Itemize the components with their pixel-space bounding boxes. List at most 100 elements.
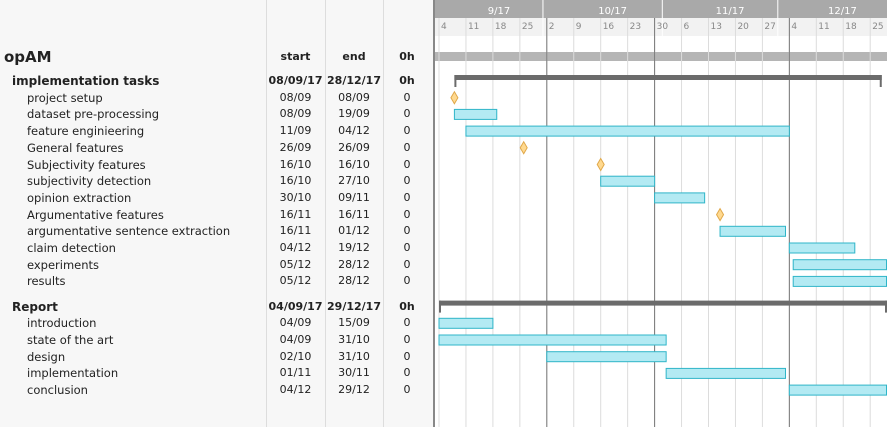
task-start: 04/09 [279,316,312,330]
task-hours: 0 [403,90,411,104]
milestone-diamond [596,157,605,172]
task-bar [792,259,887,271]
group-hours: 0h [399,74,415,87]
project-summary-bar [435,52,887,61]
group-bar-end-cap [879,75,882,87]
task-bar [438,334,667,346]
week-label: 13 [711,22,722,32]
task-name: claim detection [27,241,116,255]
month-label: 11/17 [716,6,745,17]
task-end: 04/12 [338,124,370,138]
column-header-end[interactable]: end [325,49,383,65]
week-label: 23 [630,22,641,32]
task-bar [438,317,494,329]
task-hours: 0 [403,257,411,271]
group-start: 04/09/17 [268,299,323,313]
task-row[interactable]: experiments 05/12 28/12 0 [0,257,433,274]
task-name: state of the art [27,333,114,347]
month-label: 9/17 [488,6,510,17]
task-bar [719,225,786,237]
task-name: Argumentative features [27,207,164,222]
week-label: 25 [522,22,533,32]
task-start: 16/10 [279,157,312,171]
task-row[interactable]: implementation 01/11 30/11 0 [0,365,433,382]
task-end: 16/10 [338,157,370,171]
task-hours: 0 [403,241,411,254]
task-hours: 0 [403,383,411,397]
task-name: implementation [27,366,119,381]
group-bar [454,75,882,80]
group-end: 28/12/17 [327,74,381,87]
task-hours: 0 [403,174,411,188]
week-label: 11 [818,22,829,32]
task-hours: 0 [403,366,411,380]
task-row[interactable]: opinion extraction 30/10 09/11 0 [0,190,433,207]
task-row[interactable]: project setup 08/09 08/09 0 [0,90,433,107]
task-hours: 0 [403,333,411,346]
task-end: 31/10 [338,333,370,346]
week-label: 18 [845,22,857,32]
task-bar [465,125,790,137]
task-row[interactable]: feature enginieering 11/09 04/12 0 [0,123,433,140]
task-end: 28/12 [338,274,370,288]
task-row[interactable]: conclusion 04/12 29/12 0 [0,382,433,399]
group-row[interactable]: Report 04/09/17 29/12/17 0h [0,299,433,316]
task-end: 08/09 [338,90,370,104]
task-name: argumentative sentence extraction [27,224,231,239]
task-row[interactable]: subjectivity detection 16/10 27/10 0 [0,173,433,190]
column-header-start[interactable]: start [266,49,325,65]
task-bar [600,175,656,187]
task-start: 30/10 [279,190,312,204]
task-end: 01/12 [338,224,370,238]
task-hours: 0 [403,107,411,121]
task-end: 31/10 [338,349,370,363]
task-name: dataset pre-processing [27,107,160,122]
task-hours: 0 [403,140,411,154]
task-bar [546,351,667,363]
task-bar [788,384,887,396]
gantt-chart: 4 11 18 25 2 9 16 23 30 6 13 20 27 4 11 18 25 9/17 10/17 11… [433,0,887,427]
task-end: 28/12 [338,257,370,271]
milestone-diamond [519,140,528,155]
task-row[interactable]: argumentative sentence extraction 16/11 01… [0,223,433,240]
task-name: introduction [27,316,97,331]
task-row[interactable]: dataset pre-processing 08/09 19/09 0 [0,106,433,123]
task-name: conclusion [27,383,88,398]
task-row[interactable]: design 02/10 31/10 0 [0,349,433,366]
task-table: opAM start end 0h implementation tasks 08… [0,0,433,427]
week-label: 4 [791,22,797,32]
week-label: 25 [872,22,883,32]
task-name: design [27,349,66,364]
task-row[interactable]: Argumentative features 16/11 16/11 0 [0,207,433,224]
group-start: 08/09/17 [268,74,323,87]
column-header-hours[interactable]: 0h [383,49,431,65]
task-hours: 0 [403,124,411,138]
task-end: 29/12 [338,383,370,397]
task-start: 05/12 [279,257,312,271]
month-label: 12/17 [828,6,857,17]
week-label: 9 [576,22,582,32]
task-start: 04/12 [279,241,312,254]
task-name: results [27,274,66,289]
week-label: 16 [603,22,615,32]
group-row[interactable]: implementation tasks 08/09/17 28/12/17 0h [0,73,433,90]
task-row[interactable]: results 05/12 28/12 0 [0,273,433,290]
group-bar [439,300,887,306]
task-end: 26/09 [338,140,370,154]
task-start: 08/09 [279,107,312,121]
task-name: Subjectivity features [27,157,146,172]
task-end: 09/11 [338,190,370,204]
task-row[interactable]: General features 26/09 26/09 0 [0,140,433,157]
task-name: subjectivity detection [27,174,152,189]
task-end: 27/10 [338,174,370,188]
task-end: 19/09 [338,107,370,121]
milestone-diamond [715,207,725,222]
task-start: 04/09 [279,333,312,346]
task-hours: 0 [403,274,411,288]
task-end: 19/12 [338,241,370,254]
task-row[interactable]: introduction 04/09 15/09 0 [0,315,433,332]
task-bar [453,108,498,120]
task-row[interactable]: state of the art 04/09 31/10 0 [0,332,433,349]
task-row[interactable]: Subjectivity features 16/10 16/10 0 [0,157,433,174]
task-row[interactable]: claim detection 04/12 19/12 0 [0,240,433,257]
